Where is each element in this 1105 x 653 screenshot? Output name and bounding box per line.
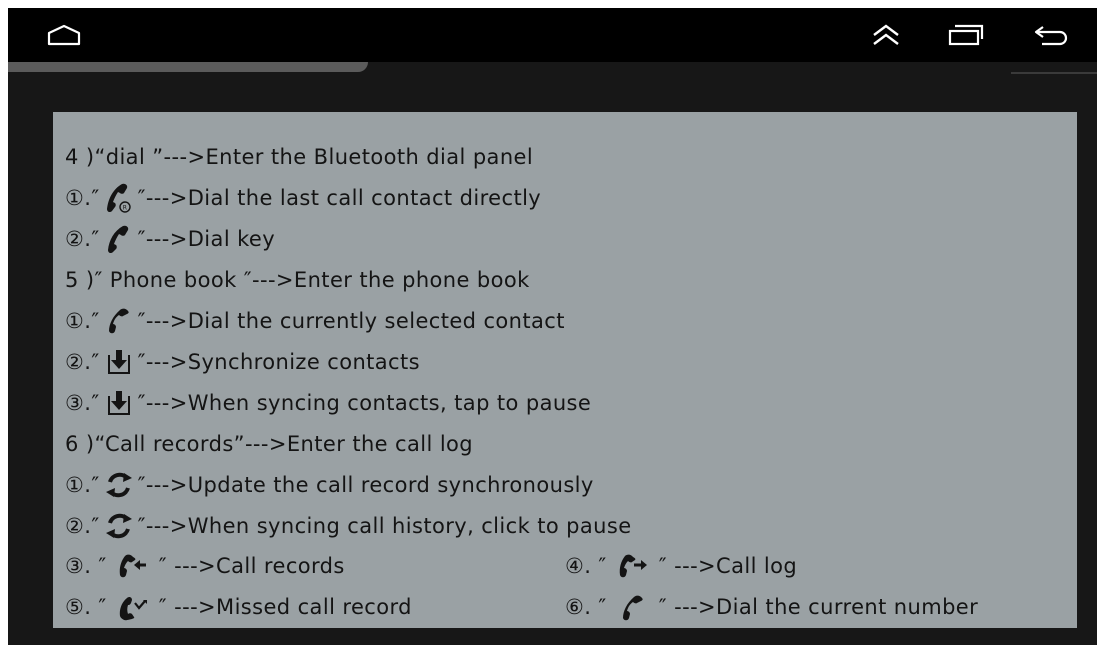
open-quote: ″ (91, 185, 100, 210)
close-quote: ″ (137, 349, 146, 374)
close-quote: ″ (137, 513, 146, 538)
line-number: ③. (65, 390, 92, 415)
open-quote: ″ (91, 308, 100, 333)
pair-right: ⑥. ″ ″ --->Dial the current number (565, 591, 978, 625)
close-quote: ″ (658, 553, 668, 578)
close-quote: ″ (137, 226, 146, 251)
line-number: ②. (65, 349, 92, 374)
incoming-call-icon (118, 550, 148, 584)
home-outline-icon[interactable] (44, 8, 84, 62)
line-number: ③. (65, 553, 92, 578)
open-quote: ″ (98, 594, 107, 619)
instruction-line: ②. ″ ″ --->Dial key (65, 218, 275, 259)
recent-apps-icon[interactable] (944, 8, 988, 62)
divider-line (1011, 72, 1097, 74)
pair-left: ③. ″ ″ --->Call records (65, 550, 565, 584)
line-description: --->Enter the phone book (252, 267, 530, 292)
line-number: ②. (65, 513, 92, 538)
line-description: --->Dial key (145, 226, 276, 251)
quoted-label: “dial ” (94, 144, 164, 169)
instruction-line: ①. ″ ″ --->Dial the currently selected c… (65, 300, 565, 341)
line-description: --->Enter the call log (244, 431, 474, 456)
line-description: --->Dial the currently selected contact (145, 308, 565, 333)
close-quote: ″ (137, 390, 146, 415)
line-description: --->When syncing contacts, tap to pause (145, 390, 592, 415)
pair-right: ④. ″ ″ --->Call log (565, 550, 797, 584)
svg-text:R: R (122, 204, 127, 211)
instruction-line: ①. ″ R ″ --->Dial the last call contact … (65, 177, 541, 218)
line-number: 5 ) (65, 267, 95, 292)
back-arrow-icon[interactable] (1030, 8, 1074, 62)
line-number: ②. (65, 226, 92, 251)
instruction-line: 4 ) “dial ” --->Enter the Bluetooth dial… (65, 136, 533, 177)
close-quote: ″ (137, 308, 146, 333)
refresh-icon (104, 509, 134, 543)
tab-indicator-strip (8, 62, 368, 72)
navigation-bar (8, 8, 1097, 62)
double-chevron-up-icon[interactable] (866, 8, 906, 62)
instruction-line: ②. ″ ″ --->When syncing call history, cl… (65, 505, 632, 546)
open-quote: ″ (598, 594, 607, 619)
line-description: --->Dial the current number (674, 594, 979, 619)
line-description: --->Update the call record synchronously (145, 472, 594, 497)
line-number: ①. (65, 185, 92, 210)
close-quote: ″ (158, 553, 168, 578)
line-description: --->When syncing call history, click to … (145, 513, 632, 538)
open-quote: ″ (598, 553, 607, 578)
instruction-panel: 4 ) “dial ” --->Enter the Bluetooth dial… (53, 112, 1077, 628)
line-description: --->Call records (174, 553, 345, 578)
instruction-line: 6 ) “Call records” --->Enter the call lo… (65, 423, 473, 464)
pair-left: ⑤. ″ ″ --->Missed call record (65, 591, 565, 625)
quoted-label: ″ Phone book ″ (94, 267, 252, 292)
open-quote: ″ (91, 390, 100, 415)
line-number: ①. (65, 472, 92, 497)
refresh-icon (104, 468, 134, 502)
phone-dial-icon (104, 222, 134, 256)
instruction-line: 5 ) ″ Phone book ″ --->Enter the phone b… (65, 259, 530, 300)
line-number: ①. (65, 308, 92, 333)
open-quote: ″ (91, 513, 100, 538)
open-quote: ″ (91, 349, 100, 374)
outgoing-call-icon (618, 550, 648, 584)
phone-redial-icon: R (104, 181, 134, 215)
instruction-line-pair: ⑤. ″ ″ --->Missed call record ⑥. ″ ″ ---… (65, 587, 978, 628)
instruction-line: ③. ″ ″ --->When syncing contacts, tap to… (65, 382, 591, 423)
line-number: ⑥. (565, 594, 592, 619)
close-quote: ″ (658, 594, 668, 619)
line-description: --->Synchronize contacts (145, 349, 420, 374)
instruction-line: ①. ″ ″ --->Update the call record synchr… (65, 464, 594, 505)
instruction-line-pair: ③. ″ ″ --->Call records ④. ″ ″ --->Call … (65, 546, 797, 587)
line-number: ⑤. (65, 594, 92, 619)
line-description: --->Dial the last call contact directly (145, 185, 542, 210)
download-sync-icon (104, 386, 134, 420)
open-quote: ″ (98, 553, 107, 578)
line-description: --->Enter the Bluetooth dial panel (163, 144, 534, 169)
close-quote: ″ (137, 472, 146, 497)
line-number: ④. (565, 553, 592, 578)
phone-handset-icon (104, 304, 134, 338)
quoted-label: “Call records” (94, 431, 245, 456)
device-screen: 4 ) “dial ” --->Enter the Bluetooth dial… (8, 8, 1097, 645)
close-quote: ″ (137, 185, 146, 210)
line-description: --->Missed call record (174, 594, 412, 619)
open-quote: ″ (91, 472, 100, 497)
instruction-line: ②. ″ ″ --->Synchronize contacts (65, 341, 420, 382)
download-sync-icon (104, 345, 134, 379)
close-quote: ″ (158, 594, 168, 619)
line-number: 4 ) (65, 144, 95, 169)
open-quote: ″ (91, 226, 100, 251)
missed-call-icon (118, 591, 148, 625)
phone-handset-icon (618, 591, 648, 625)
line-number: 6 ) (65, 431, 95, 456)
line-description: --->Call log (674, 553, 798, 578)
